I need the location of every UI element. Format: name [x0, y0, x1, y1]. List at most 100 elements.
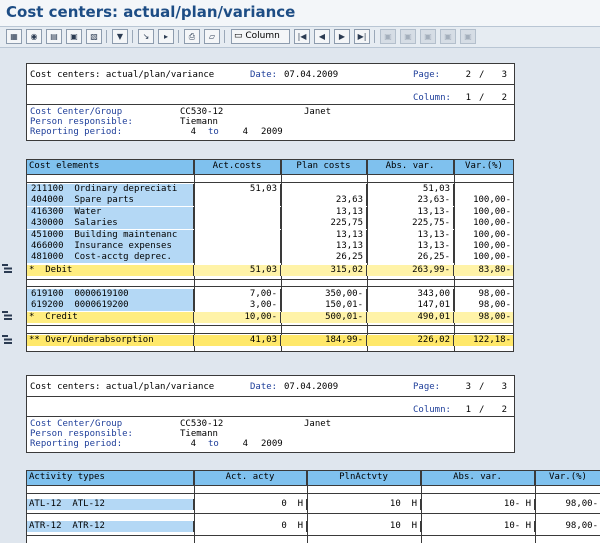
first-page-icon[interactable]: |◀: [294, 29, 310, 44]
element-cell: 481000 Cost-acctg deprec.: [27, 252, 194, 264]
table-row[interactable]: 466000 Insurance expenses 13,13 13,13- 100,…: [27, 241, 513, 252]
col-header-cost-elements[interactable]: Cost elements: [27, 160, 194, 174]
table-row[interactable]: 481000 Cost-acctg deprec. 26,25 26,25- 100,…: [27, 252, 513, 264]
abs-cell: 225,75-: [367, 218, 454, 230]
act-cell: [194, 241, 281, 252]
date-label: Date:: [250, 70, 278, 80]
person-label: Person responsible:: [30, 117, 133, 127]
toolbar-separator: [224, 30, 225, 43]
table-row[interactable]: ATR-12 ATR-12 0 H 10 H 10- H 98,00-: [27, 521, 600, 532]
table-row[interactable]: ATL-12 ATL-12 0 H 10 H 10- H 98,00-: [27, 499, 600, 510]
col-header-abs-var[interactable]: Abs. var.: [367, 160, 454, 174]
toolbar-separator: [178, 30, 179, 43]
var-cell: 83,80-: [454, 265, 513, 276]
page-current: 2: [465, 70, 471, 80]
plan-cell: 500,01-: [281, 312, 367, 323]
activity-types-table: Activity types Act. acty PlnActvty Abs. …: [26, 470, 600, 543]
cc-group-label: Cost Center/Group: [30, 107, 123, 117]
plan-cell: 10 H: [307, 521, 421, 532]
details-icon[interactable]: ◉: [26, 29, 42, 44]
act-cell: 0 H: [194, 521, 307, 532]
act-cell: [194, 206, 281, 218]
plan-cell: 13,13: [281, 206, 367, 218]
period-label: Reporting period:: [30, 127, 123, 137]
table-row[interactable]: 619200 0000619200 3,00- 150,01- 147,01 98,00…: [27, 300, 513, 312]
var-cell: 98,00-: [565, 521, 598, 531]
abs-cell: 13,13-: [367, 229, 454, 241]
report-date: 07.04.2009: [284, 70, 339, 80]
node-icon: ▣: [460, 29, 476, 44]
var-cell: 100,00-: [473, 241, 511, 251]
column-separator: /: [479, 405, 485, 415]
cost-elements-table: Cost elements Act.costs Plan costs Abs. …: [26, 159, 514, 352]
table-row[interactable]: 451000 Building maintenanc 13,13 13,13- 100…: [27, 229, 513, 241]
column-label: Column:: [413, 405, 451, 415]
plan-cell: 23,63: [281, 195, 367, 207]
table-row[interactable]: 430000 Salaries 225,75 225,75- 100,00-: [27, 218, 513, 230]
var-cell: 100,00-: [473, 195, 511, 206]
col-header-activity-types[interactable]: Activity types: [27, 471, 194, 485]
element-cell: ** Over/underabsorption: [27, 335, 194, 346]
element-cell: ATR-12 ATR-12: [27, 521, 194, 532]
toolbar-separator: [374, 30, 375, 43]
toolbar-separator: [132, 30, 133, 43]
hierarchy-node-icon[interactable]: [2, 335, 12, 344]
table-row[interactable]: 211100 Ordinary depreciati 51,03 51,03: [27, 184, 513, 195]
person-label: Person responsible:: [30, 429, 133, 439]
column-total: 2: [501, 93, 507, 103]
col-header-var-pct[interactable]: Var.(%): [454, 160, 513, 174]
col-header-act-costs[interactable]: Act.costs: [194, 160, 281, 174]
abs-cell: 490,01: [367, 312, 454, 323]
page-total: 3: [501, 70, 507, 80]
page-label: Page:: [413, 382, 441, 392]
column-button[interactable]: ▭ Column: [231, 29, 290, 44]
print-icon[interactable]: ⎙: [184, 29, 200, 44]
col-header-plan-costs[interactable]: Plan costs: [281, 160, 367, 174]
var-cell: 122,18-: [454, 335, 513, 346]
var-cell: 100,00-: [473, 229, 511, 240]
previous-page-icon[interactable]: ◀: [314, 29, 330, 44]
col-header-var-pct[interactable]: Var.(%): [535, 471, 600, 485]
plan-cell: 150,01-: [281, 300, 367, 312]
col-header-abs-var[interactable]: Abs. var.: [421, 471, 535, 485]
cc-group-value: CC530-12: [180, 107, 224, 117]
grand-total-row[interactable]: ** Over/underabsorption 41,03 184,99- 22…: [27, 335, 513, 346]
next-page-icon[interactable]: ▶: [334, 29, 350, 44]
table-icon[interactable]: ▣: [66, 29, 82, 44]
grid-icon[interactable]: ▧: [86, 29, 102, 44]
debit-total-row[interactable]: * Debit 51,03 315,02 263,99- 83,80-: [27, 265, 513, 276]
cc-group-value: CC530-12: [180, 419, 224, 429]
abs-cell: 26,25-: [367, 252, 454, 264]
col-header-pln-actvty[interactable]: PlnActvty: [307, 471, 421, 485]
table-row[interactable]: 404000 Spare parts 23,63 23,63- 100,00-: [27, 195, 513, 207]
abs-cell: 10- H: [421, 499, 535, 510]
act-cell: 0 H: [194, 499, 307, 510]
filter-icon[interactable]: ▼: [112, 29, 128, 44]
period-to-label: to: [208, 127, 219, 137]
last-page-icon[interactable]: ▶|: [354, 29, 370, 44]
table-row[interactable]: 619100 0000619100 7,00- 350,00- 343,00 98,00…: [27, 289, 513, 300]
drilldown-icon[interactable]: ↘: [138, 29, 154, 44]
element-cell: * Credit: [27, 312, 194, 323]
layout-icon[interactable]: ▤: [46, 29, 62, 44]
hierarchy-node-icon[interactable]: [2, 311, 12, 320]
period-label: Reporting period:: [30, 439, 123, 449]
col-header-act-acty[interactable]: Act. acty: [194, 471, 307, 485]
hierarchy-node-icon[interactable]: [2, 264, 12, 273]
page-total: 3: [501, 382, 507, 392]
period-to-label: to: [208, 439, 219, 449]
person-value: Tiemann: [180, 429, 218, 439]
abs-cell: 10- H: [421, 521, 535, 532]
act-cell: [194, 218, 281, 230]
column-label: Column:: [413, 93, 451, 103]
period-from: 4: [190, 439, 196, 449]
credit-total-row[interactable]: * Credit 10,00- 500,01- 490,01 98,00-: [27, 312, 513, 323]
plan-cell: 13,13: [281, 241, 367, 252]
plan-cell: 10 H: [307, 499, 421, 510]
report-date: 07.04.2009: [284, 382, 339, 392]
navigate-icon[interactable]: ▸: [158, 29, 174, 44]
abs-cell: 226,02: [367, 335, 454, 346]
export-icon[interactable]: ▱: [204, 29, 220, 44]
select-icon[interactable]: ▦: [6, 29, 22, 44]
table-row[interactable]: 416300 Water 13,13 13,13- 100,00-: [27, 206, 513, 218]
